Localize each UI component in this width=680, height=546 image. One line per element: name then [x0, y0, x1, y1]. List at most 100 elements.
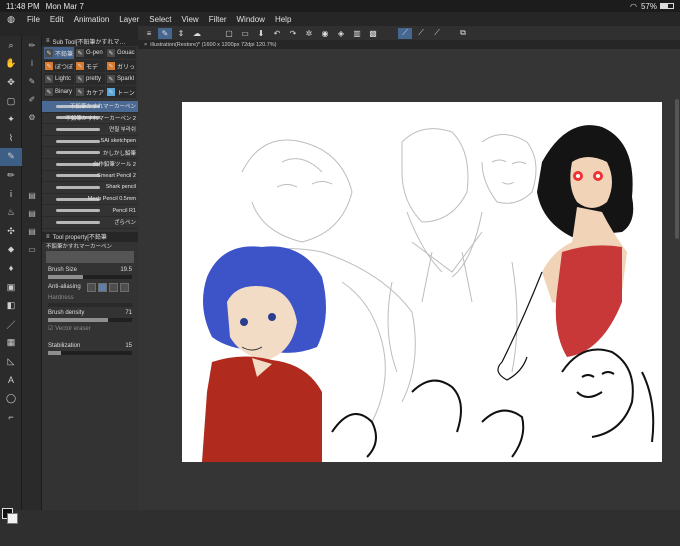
brush-size-value[interactable]: 19.5 — [120, 267, 132, 273]
undo-icon[interactable]: ↶ — [270, 28, 284, 39]
correct-line-icon[interactable]: ⌐ — [0, 408, 22, 427]
panel-menu-icon[interactable]: ≡ — [46, 234, 50, 240]
brush-list-item[interactable]: 연필 부라쉬 — [42, 124, 138, 136]
subtool-tab[interactable]: ✎ カケア — [75, 86, 105, 98]
blend-icon[interactable]: ♦ — [0, 259, 22, 278]
auto-select-icon[interactable]: ✦ — [0, 110, 22, 129]
vertical-scrollbar[interactable] — [675, 99, 679, 239]
aa-none-button[interactable] — [86, 282, 96, 292]
gradient-icon[interactable]: ◧ — [0, 296, 22, 315]
fill-bucket-icon[interactable]: ◈ — [334, 28, 348, 39]
menu-layer[interactable]: Layer — [114, 15, 144, 24]
crop-icon[interactable]: ▩ — [366, 28, 380, 39]
hamburger-menu-icon[interactable]: ≡ — [142, 28, 156, 39]
subtool-tab[interactable]: ✎ Gouac — [106, 47, 136, 59]
brush-density-slider[interactable] — [48, 317, 132, 322]
menu-help[interactable]: Help — [270, 15, 296, 24]
vector-eraser-checkbox[interactable]: ☑ — [48, 326, 53, 332]
menu-view[interactable]: View — [177, 15, 204, 24]
brush-density-value[interactable]: 71 — [125, 310, 132, 316]
menu-file[interactable]: File — [22, 15, 45, 24]
move-icon[interactable]: ✥ — [0, 73, 22, 92]
panel-menu-icon[interactable]: ≡ — [46, 38, 50, 44]
snap-ruler-icon[interactable]: ⟋ — [398, 27, 412, 39]
cloud-icon[interactable]: ☁ — [190, 28, 204, 39]
clip-studio-logo-icon[interactable]: ◍ — [0, 14, 22, 25]
brush-list-item[interactable]: ざらペン — [42, 217, 138, 229]
color-swatches[interactable] — [0, 506, 22, 546]
circle-icon[interactable]: ◉ — [318, 28, 332, 39]
layer-icon[interactable]: ▤ — [22, 186, 42, 204]
brush-group-icon[interactable]: ⅰ — [22, 54, 42, 72]
save-icon[interactable]: ⬇ — [254, 28, 268, 39]
text-icon[interactable]: A — [0, 371, 22, 390]
fill-icon[interactable]: ▣ — [0, 278, 22, 297]
subtool-tab[interactable]: ✎ モデ — [75, 60, 105, 72]
brush-size-slider[interactable] — [48, 274, 132, 279]
balloon-icon[interactable]: ◯ — [0, 389, 22, 408]
snap-grid-icon[interactable]: ⟋ — [430, 28, 444, 39]
menu-edit[interactable]: Edit — [45, 15, 69, 24]
brush-list-item[interactable]: 自作鉛筆ツール 2 — [42, 159, 138, 171]
settings-gear-icon[interactable]: ✲ — [302, 28, 316, 39]
document-tab[interactable]: × illustration(Restore)* (1600 x 1200px … — [138, 40, 680, 49]
subtool-tab[interactable]: ✎ pretty — [75, 73, 105, 85]
brush-list-item[interactable]: Mech Pencil 0.5mm — [42, 194, 138, 206]
redo-icon[interactable]: ↷ — [286, 28, 300, 39]
menu-window[interactable]: Window — [232, 15, 270, 24]
edit-mode-icon[interactable]: ✎ — [158, 27, 172, 39]
zoom-icon[interactable]: ⌕ — [0, 36, 22, 55]
brush-list-item[interactable]: 不鉛筆かすれマーカーペン — [42, 101, 138, 113]
menu-select[interactable]: Select — [144, 15, 176, 24]
layer-icon-3[interactable]: ▤ — [22, 222, 42, 240]
brush-list-item[interactable]: SAI sketchpen — [42, 136, 138, 148]
subtool-tab[interactable]: ✎ Binary — [44, 86, 74, 98]
transform-icon[interactable]: ▥ — [350, 28, 364, 39]
pencil-group-icon[interactable]: ✏ — [22, 36, 42, 54]
settings-icon[interactable]: ⚙ — [22, 108, 42, 126]
brush-list-item[interactable]: かしかし鉛筆 — [42, 147, 138, 159]
close-tab-icon[interactable]: × — [144, 42, 147, 48]
chevron-updown-icon[interactable]: ⇕ — [174, 28, 188, 39]
pen-group-icon[interactable]: ✎ — [22, 72, 42, 90]
sub-color-swatch[interactable] — [7, 513, 18, 524]
frame-icon[interactable]: ▦ — [0, 334, 22, 353]
aa-strong-button[interactable] — [119, 282, 129, 292]
drawing-canvas[interactable] — [182, 102, 662, 462]
eraser-icon[interactable]: ⬥ — [0, 241, 22, 260]
subtool-tab[interactable]: ✎ ぼつぼ — [44, 60, 74, 72]
menu-filter[interactable]: Filter — [204, 15, 232, 24]
brush-list-item[interactable]: 不鉛筆かすれマーカーペン 2 — [42, 113, 138, 125]
ruler-icon[interactable]: ◺ — [0, 352, 22, 371]
selection-icon[interactable]: ▢ — [0, 92, 22, 111]
subtool-tab[interactable]: ✎ ガリっ — [106, 60, 136, 72]
marker-group-icon[interactable]: ✐ — [22, 90, 42, 108]
airbrush-icon[interactable]: ♨ — [0, 203, 22, 222]
pencil-icon[interactable]: ✏ — [0, 166, 22, 185]
new-icon[interactable]: ▢ — [222, 28, 236, 39]
decoration-icon[interactable]: ✣ — [0, 222, 22, 241]
brush-list-item[interactable]: Smeart Pencil 2 — [42, 171, 138, 183]
subtool-tab[interactable]: ✎ トーン — [106, 86, 136, 98]
subtool-tab[interactable]: ✎ G-pen — [75, 47, 105, 59]
snap-special-icon[interactable]: ⟋ — [414, 28, 428, 39]
subtool-tab[interactable]: ✎ Lightc — [44, 73, 74, 85]
copy-icon[interactable]: ⧉ — [456, 28, 470, 39]
brush-list-item[interactable]: Shark pencil — [42, 182, 138, 194]
subtool-tab[interactable]: ✎ Sparkl — [106, 73, 136, 85]
stabilization-slider[interactable] — [48, 350, 132, 355]
eyedropper-icon[interactable]: ⌇ — [0, 129, 22, 148]
hand-icon[interactable]: ✋ — [0, 55, 22, 74]
open-icon[interactable]: ▭ — [238, 28, 252, 39]
aa-medium-button[interactable] — [108, 282, 118, 292]
menu-animation[interactable]: Animation — [69, 15, 115, 24]
aa-weak-button[interactable] — [97, 282, 107, 292]
figure-icon[interactable]: ／ — [0, 315, 22, 334]
subtool-tab[interactable]: ✎ 不鉛筆 — [44, 47, 74, 59]
brush-list-item[interactable]: Pencil R1 — [42, 205, 138, 217]
brush-icon[interactable]: ⅰ — [0, 185, 22, 204]
layer-icon-2[interactable]: ▤ — [22, 204, 42, 222]
folder-icon[interactable]: ▭ — [22, 240, 42, 258]
pen-icon[interactable]: ✎ — [0, 147, 22, 167]
stabilization-value[interactable]: 15 — [125, 343, 132, 349]
